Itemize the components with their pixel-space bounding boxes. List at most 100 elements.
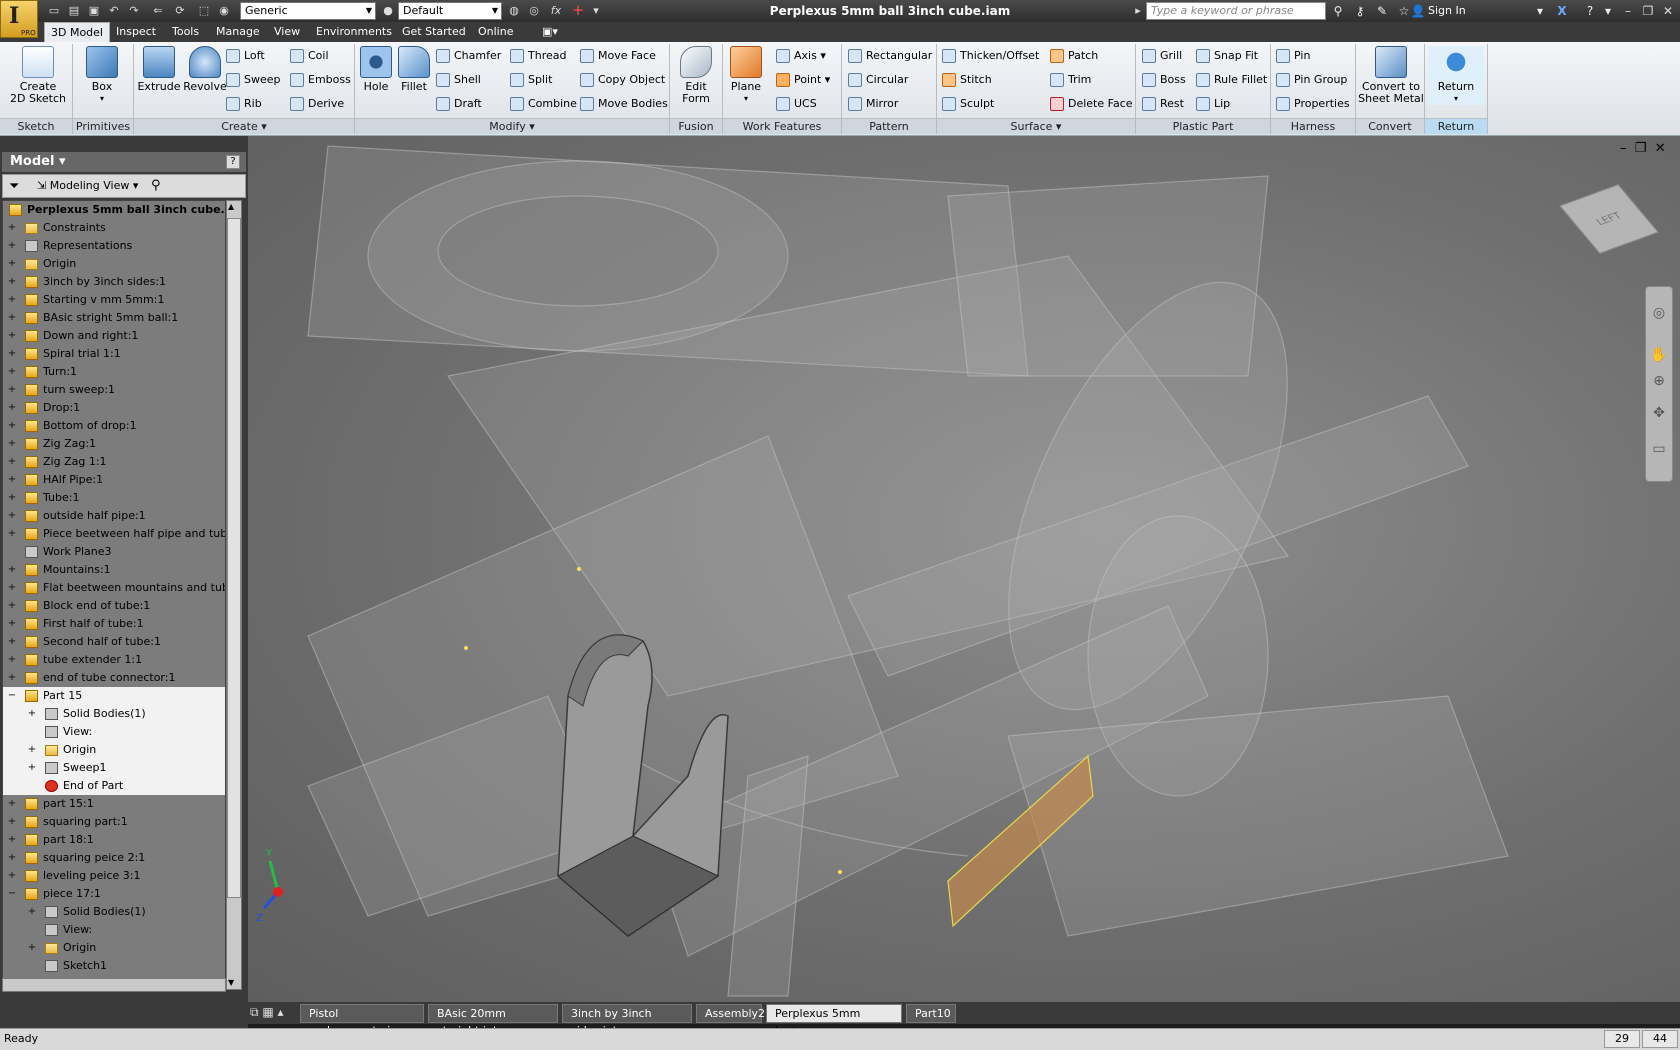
select-icon[interactable]: ⬚ bbox=[196, 3, 212, 18]
application-menu-button[interactable]: I PRO bbox=[0, 0, 38, 38]
stitch-button[interactable]: Stitch bbox=[942, 70, 992, 90]
color-wheel-icon[interactable]: ◉ bbox=[216, 3, 232, 18]
pin-group-button[interactable]: Pin Group bbox=[1276, 70, 1347, 90]
tree-item[interactable]: Work Plane3 bbox=[3, 543, 225, 561]
tree-item[interactable]: + Second half of tube:1 bbox=[3, 633, 225, 651]
expand-icon[interactable]: + bbox=[7, 417, 17, 435]
tree-root[interactable]: Perplexus 5mm ball 3inch cube.iam bbox=[3, 201, 225, 219]
minimize-viewport-icon[interactable]: – bbox=[1620, 141, 1627, 156]
tab-get-started[interactable]: Get Started bbox=[396, 22, 472, 42]
new-file-icon[interactable]: ▭ bbox=[46, 3, 62, 18]
group-surface-label[interactable]: Surface ▾ bbox=[937, 118, 1135, 134]
tree-item[interactable]: + Spiral trial 1:1 bbox=[3, 345, 225, 363]
collapse-icon[interactable]: − bbox=[7, 885, 17, 903]
help-dropdown-icon[interactable]: ▾ bbox=[1600, 3, 1616, 19]
expand-icon[interactable]: + bbox=[7, 597, 17, 615]
tree-item[interactable]: + Zig Zag 1:1 bbox=[3, 453, 225, 471]
expand-icon[interactable]: + bbox=[27, 903, 37, 921]
rib-button[interactable]: Rib bbox=[226, 94, 262, 114]
scrollbar-thumb[interactable] bbox=[227, 218, 241, 898]
restore-viewport-icon[interactable]: ❐ bbox=[1635, 141, 1647, 156]
appearance-dropdown[interactable]: Default ▼ bbox=[398, 2, 502, 20]
close-viewport-icon[interactable]: ✕ bbox=[1655, 141, 1666, 156]
properties-button[interactable]: Properties bbox=[1276, 94, 1350, 114]
tree-item[interactable]: + Representations bbox=[3, 237, 225, 255]
document-tab[interactable]: Assembly2 bbox=[696, 1004, 765, 1023]
expand-icon[interactable]: + bbox=[7, 525, 17, 543]
circular-pattern-button[interactable]: Circular bbox=[848, 70, 908, 90]
tree-item[interactable]: + Origin bbox=[3, 255, 225, 273]
tree-item[interactable]: + squaring part:1 bbox=[3, 813, 225, 831]
look-at-icon[interactable]: ▭ bbox=[1650, 440, 1668, 458]
sign-in-link[interactable]: Sign In bbox=[1428, 3, 1466, 19]
axis-button[interactable]: Axis ▾ bbox=[776, 46, 826, 66]
expand-icon[interactable]: + bbox=[7, 255, 17, 273]
expand-icon[interactable]: + bbox=[7, 849, 17, 867]
tree-item[interactable]: + leveling peice 3:1 bbox=[3, 867, 225, 885]
camera-icon[interactable]: ▣▾ bbox=[536, 22, 564, 42]
shell-button[interactable]: Shell bbox=[436, 70, 481, 90]
tree-item[interactable]: + outside half pipe:1 bbox=[3, 507, 225, 525]
expand-icon[interactable]: + bbox=[7, 795, 17, 813]
appearance-icon[interactable]: ● bbox=[380, 3, 396, 18]
pin-button[interactable]: Pin bbox=[1276, 46, 1310, 66]
tree-item[interactable]: + Tube:1 bbox=[3, 489, 225, 507]
document-tab[interactable]: Part10 bbox=[906, 1004, 956, 1023]
plane-button[interactable]: Plane ▾ bbox=[726, 46, 766, 105]
customize-icon[interactable]: ▾ bbox=[588, 3, 604, 18]
document-tab[interactable]: Pistol undermount...iam bbox=[300, 1004, 424, 1037]
expand-icon[interactable]: + bbox=[7, 507, 17, 525]
tree-item[interactable]: + Zig Zag:1 bbox=[3, 435, 225, 453]
tree-item[interactable]: + BAsic stright 5mm ball:1 bbox=[3, 309, 225, 327]
open-icon[interactable]: ▤ bbox=[66, 3, 82, 18]
mirror-button[interactable]: Mirror bbox=[848, 94, 898, 114]
expand-icon[interactable]: + bbox=[7, 435, 17, 453]
loft-button[interactable]: Loft bbox=[226, 46, 265, 66]
delete-face-button[interactable]: Delete Face bbox=[1050, 94, 1133, 114]
grill-button[interactable]: Grill bbox=[1142, 46, 1182, 66]
expand-icon[interactable]: + bbox=[7, 615, 17, 633]
emboss-button[interactable]: Emboss bbox=[290, 70, 351, 90]
expand-icon[interactable]: + bbox=[7, 579, 17, 597]
tree-item[interactable]: + Flat beetween mountains and tube:1 bbox=[3, 579, 225, 597]
rule-fillet-button[interactable]: Rule Fillet bbox=[1196, 70, 1267, 90]
trim-button[interactable]: Trim bbox=[1050, 70, 1091, 90]
help-icon[interactable]: ? bbox=[1582, 3, 1598, 19]
document-tab[interactable]: BAsic 20mm streight.ipt bbox=[428, 1004, 558, 1037]
document-tab[interactable]: Perplexus 5mm b...iam bbox=[766, 1004, 902, 1037]
move-face-button[interactable]: Move Face bbox=[580, 46, 656, 66]
expand-icon[interactable]: + bbox=[7, 453, 17, 471]
expand-icon[interactable]: + bbox=[7, 237, 17, 255]
tab-inspect[interactable]: Inspect bbox=[110, 22, 162, 42]
combine-button[interactable]: Combine bbox=[510, 94, 577, 114]
convert-to-sheet-metal-button[interactable]: Convert to Sheet Metal bbox=[1356, 46, 1426, 105]
rest-button[interactable]: Rest bbox=[1142, 94, 1184, 114]
tab-manage[interactable]: Manage bbox=[210, 22, 266, 42]
tree-item[interactable]: View: bbox=[3, 921, 225, 939]
tree-item[interactable]: + Starting v mm 5mm:1 bbox=[3, 291, 225, 309]
copy-object-button[interactable]: Copy Object bbox=[580, 70, 665, 90]
return-icon[interactable]: ⇐ bbox=[150, 3, 166, 18]
tree-item[interactable]: End of Part bbox=[3, 777, 225, 795]
tab-3d-model[interactable]: 3D Model bbox=[44, 22, 110, 42]
material-dropdown[interactable]: Generic ▼ bbox=[240, 2, 376, 20]
box-button[interactable]: Box ▾ bbox=[80, 46, 124, 105]
scroll-up-icon[interactable]: ▲ bbox=[228, 202, 234, 211]
sweep-button[interactable]: Sweep bbox=[226, 70, 281, 90]
tree-item[interactable]: + Solid Bodies(1) bbox=[3, 705, 225, 723]
steering-wheel-icon[interactable]: ◎ bbox=[1650, 304, 1668, 322]
expand-icon[interactable]: + bbox=[7, 363, 17, 381]
thicken-offset-button[interactable]: Thicken/Offset bbox=[942, 46, 1039, 66]
return-button[interactable]: Return ▾ bbox=[1428, 46, 1484, 105]
tree-item[interactable]: + Bottom of drop:1 bbox=[3, 417, 225, 435]
tree-item[interactable]: +3inch by 3inch sides:1 bbox=[3, 273, 225, 291]
expand-icon[interactable]: + bbox=[27, 705, 37, 723]
derive-button[interactable]: Derive bbox=[290, 94, 344, 114]
tree-item[interactable]: + Mountains:1 bbox=[3, 561, 225, 579]
group-modify-label[interactable]: Modify ▾ bbox=[355, 118, 669, 134]
expand-icon[interactable]: + bbox=[7, 867, 17, 885]
help-icon[interactable]: ? bbox=[226, 155, 240, 169]
create-2d-sketch-button[interactable]: Create 2D Sketch bbox=[8, 46, 68, 105]
expand-icon[interactable]: + bbox=[7, 399, 17, 417]
expand-icon[interactable]: + bbox=[7, 489, 17, 507]
